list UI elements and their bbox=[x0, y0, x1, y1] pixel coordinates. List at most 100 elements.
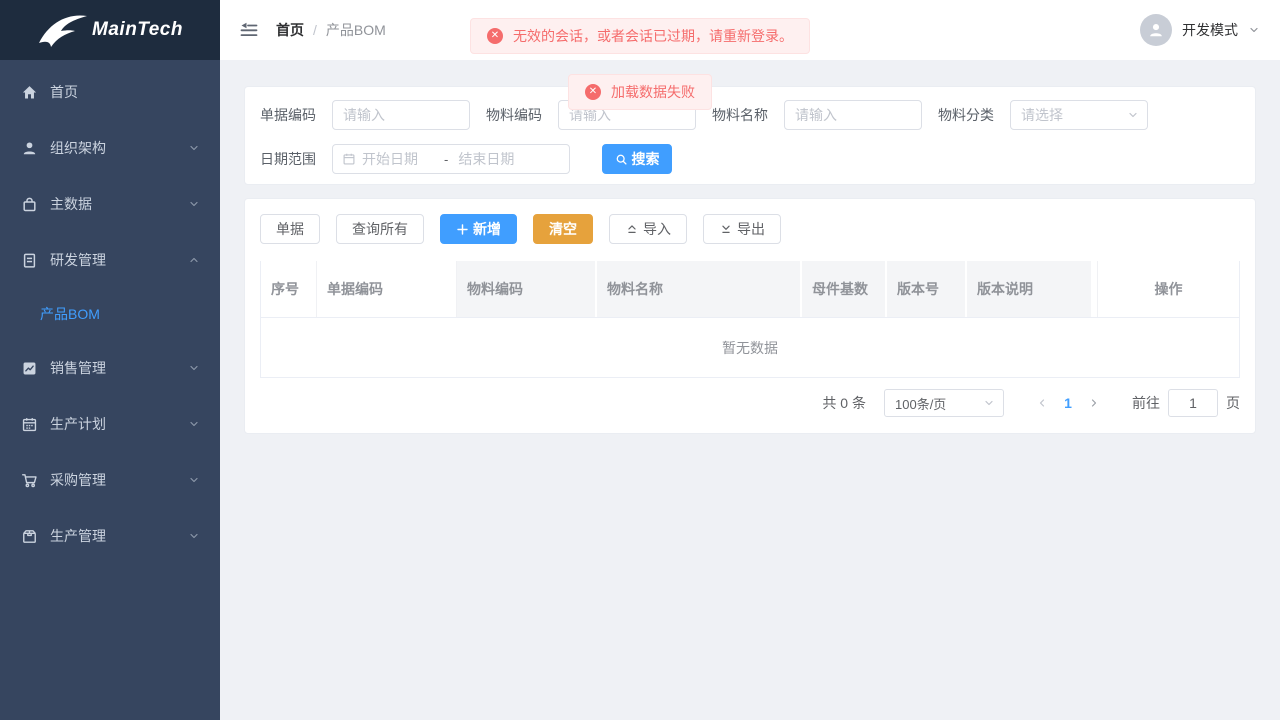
error-toast-text: 加载数据失败 bbox=[611, 82, 695, 102]
breadcrumb-home[interactable]: 首页 bbox=[276, 20, 304, 40]
export-button[interactable]: 导出 bbox=[703, 214, 781, 244]
breadcrumb: 首页 / 产品BOM bbox=[276, 20, 386, 40]
sidebar-item-production-mgmt[interactable]: 生产管理 bbox=[0, 508, 220, 564]
chevron-down-icon bbox=[188, 530, 200, 542]
sidebar-subitem-label: 产品BOM bbox=[40, 304, 100, 324]
select-placeholder: 请选择 bbox=[1021, 105, 1127, 125]
calendar-icon bbox=[342, 152, 356, 166]
doc-button[interactable]: 单据 bbox=[260, 214, 320, 244]
next-page-button[interactable] bbox=[1082, 389, 1106, 417]
filter-label: 单据编码 bbox=[260, 105, 316, 125]
error-toast-session: ✕ 无效的会话，或者会话已过期，请重新登录。 bbox=[470, 18, 810, 54]
sidebar-item-org[interactable]: 组织架构 bbox=[0, 120, 220, 176]
start-date-input[interactable] bbox=[362, 151, 434, 167]
filter-label: 物料名称 bbox=[712, 105, 768, 125]
clear-button-label: 清空 bbox=[549, 219, 577, 239]
calendar-icon bbox=[20, 415, 38, 433]
sidebar-item-rnd[interactable]: 研发管理 bbox=[0, 232, 220, 288]
add-button[interactable]: 新增 bbox=[440, 214, 517, 244]
user-menu[interactable]: 开发模式 bbox=[1140, 14, 1260, 46]
goto-page-input[interactable] bbox=[1168, 389, 1218, 417]
sidebar-item-label: 主数据 bbox=[50, 194, 92, 214]
filter-label: 物料分类 bbox=[938, 105, 994, 125]
home-icon bbox=[20, 83, 38, 101]
page-suffix: 页 bbox=[1226, 393, 1240, 413]
filter-label: 物料编码 bbox=[486, 105, 542, 125]
filter-label: 日期范围 bbox=[260, 149, 316, 169]
sidebar-item-label: 采购管理 bbox=[50, 470, 106, 490]
filter-row-1: 单据编码 物料编码 物料名称 物料分类 请选择 bbox=[260, 100, 1240, 130]
logo-text: MainTech bbox=[92, 19, 183, 41]
sidebar-item-label: 研发管理 bbox=[50, 250, 106, 270]
filter-row-2: 日期范围 - 搜索 bbox=[260, 144, 1240, 174]
table-toolbar: 单据 查询所有 新增 清空 导入 导出 bbox=[260, 214, 1240, 244]
export-button-label: 导出 bbox=[737, 219, 765, 239]
chevron-down-icon bbox=[188, 362, 200, 374]
user-icon bbox=[20, 139, 38, 157]
pagination-total: 共 0 条 bbox=[822, 393, 866, 413]
chevron-left-icon bbox=[1036, 397, 1048, 409]
avatar bbox=[1140, 14, 1172, 46]
plus-icon bbox=[456, 223, 469, 236]
import-button[interactable]: 导入 bbox=[609, 214, 687, 244]
date-separator: - bbox=[440, 152, 452, 167]
page-number-1[interactable]: 1 bbox=[1054, 395, 1082, 411]
sidebar-item-label: 组织架构 bbox=[50, 138, 106, 158]
column-header-parent-base: 母件基数 bbox=[802, 261, 887, 317]
download-icon bbox=[719, 222, 733, 236]
material-name-input[interactable] bbox=[784, 100, 922, 130]
filter-material-name: 物料名称 bbox=[712, 100, 922, 130]
filter-panel: 单据编码 物料编码 物料名称 物料分类 请选择 日期范围 bbox=[244, 86, 1256, 185]
column-header-version-desc: 版本说明 bbox=[967, 261, 1093, 317]
sidebar-item-sales[interactable]: 销售管理 bbox=[0, 340, 220, 396]
breadcrumb-current: 产品BOM bbox=[326, 20, 386, 40]
material-category-select[interactable]: 请选择 bbox=[1010, 100, 1148, 130]
error-icon: ✕ bbox=[585, 84, 601, 100]
cart-icon bbox=[20, 471, 38, 489]
column-header-version: 版本号 bbox=[887, 261, 967, 317]
sidebar-item-home[interactable]: 首页 bbox=[0, 64, 220, 120]
column-header-material-name: 物料名称 bbox=[597, 261, 802, 317]
sidebar-item-label: 生产计划 bbox=[50, 414, 106, 434]
document-icon bbox=[20, 251, 38, 269]
import-button-label: 导入 bbox=[643, 219, 671, 239]
sidebar-item-label: 销售管理 bbox=[50, 358, 106, 378]
sidebar-item-masterdata[interactable]: 主数据 bbox=[0, 176, 220, 232]
column-header-actions: 操作 bbox=[1097, 261, 1239, 317]
page-size-select[interactable]: 100条/页 bbox=[884, 389, 1004, 417]
date-range-picker[interactable]: - bbox=[332, 144, 570, 174]
chevron-down-icon bbox=[1248, 24, 1260, 36]
chevron-down-icon bbox=[1127, 109, 1139, 121]
search-button[interactable]: 搜索 bbox=[602, 144, 672, 174]
upload-icon bbox=[625, 222, 639, 236]
main-content: 单据编码 物料编码 物料名称 物料分类 请选择 日期范围 bbox=[220, 60, 1280, 720]
bag-icon bbox=[20, 195, 38, 213]
add-button-label: 新增 bbox=[473, 219, 501, 239]
doc-code-input[interactable] bbox=[332, 100, 470, 130]
sidebar-item-label: 生产管理 bbox=[50, 526, 106, 546]
end-date-input[interactable] bbox=[458, 151, 530, 167]
chevron-down-icon bbox=[188, 474, 200, 486]
logo-swoosh-icon bbox=[37, 9, 91, 51]
table-empty-state: 暂无数据 bbox=[261, 318, 1239, 378]
chevron-down-icon bbox=[983, 397, 995, 409]
chevron-down-icon bbox=[188, 142, 200, 154]
sidebar-item-label: 首页 bbox=[50, 82, 78, 102]
prev-page-button[interactable] bbox=[1030, 389, 1054, 417]
filter-date-range: 日期范围 - bbox=[260, 144, 570, 174]
filter-doc-code: 单据编码 bbox=[260, 100, 470, 130]
sidebar: MainTech 首页 组织架构 主数据 bbox=[0, 0, 220, 720]
error-toast-text: 无效的会话，或者会话已过期，请重新登录。 bbox=[513, 26, 793, 46]
sidebar-item-purchase[interactable]: 采购管理 bbox=[0, 452, 220, 508]
goto-label: 前往 bbox=[1132, 393, 1160, 413]
query-all-button[interactable]: 查询所有 bbox=[336, 214, 424, 244]
sidebar-subitem-product-bom[interactable]: 产品BOM bbox=[0, 288, 220, 340]
column-header-index: 序号 bbox=[261, 261, 317, 317]
error-icon: ✕ bbox=[487, 28, 503, 44]
filter-material-category: 物料分类 请选择 bbox=[938, 100, 1148, 130]
table-panel: 单据 查询所有 新增 清空 导入 导出 序号 bbox=[244, 198, 1256, 434]
chevron-down-icon bbox=[188, 198, 200, 210]
sidebar-collapse-icon[interactable] bbox=[240, 21, 258, 39]
sidebar-item-production-plan[interactable]: 生产计划 bbox=[0, 396, 220, 452]
clear-button[interactable]: 清空 bbox=[533, 214, 593, 244]
